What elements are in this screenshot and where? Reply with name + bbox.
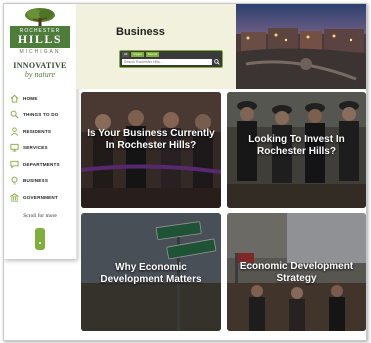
nav-item-residents[interactable]: RESIDENTS <box>9 123 75 139</box>
tile-why-economic-development-matters[interactable]: Why Economic Development Matters <box>81 213 221 331</box>
lightbulb-icon <box>9 176 19 186</box>
nav-item-home[interactable]: HOME <box>9 90 75 106</box>
sidebar-nav: HOME THINGS TO DO RESIDENTS SERVICES DEP… <box>9 90 75 206</box>
scroll-dot-icon <box>39 242 41 244</box>
browser-window: ROCHESTER HILLS MICHIGAN INNOVATIVE by n… <box>3 3 367 341</box>
search-filter-tabs: All Pages Events <box>122 52 160 57</box>
nav-label: GOVERNMENT <box>23 194 58 200</box>
scroll-for-more-label: Scroll for more <box>23 213 57 219</box>
monitor-icon <box>9 143 19 153</box>
tile-invest-in-rochester-hills[interactable]: Looking To Invest In Rochester Hills? <box>227 92 366 208</box>
logo-state-text: MICHIGAN <box>19 49 61 55</box>
nav-item-things-to-do[interactable]: THINGS TO DO <box>9 107 75 123</box>
chat-icon <box>9 159 19 169</box>
search-tab-pages[interactable]: Pages <box>131 52 144 57</box>
nav-label: SERVICES <box>23 145 48 150</box>
search-input[interactable] <box>122 59 212 65</box>
search-box: All Pages Events <box>119 50 223 68</box>
logo-main-text: HILLS <box>17 32 63 46</box>
search-icon <box>9 110 19 120</box>
tile-economic-development-strategy[interactable]: Economic Development Strategy <box>227 213 366 331</box>
nav-item-departments[interactable]: DEPARTMENTS <box>9 156 75 172</box>
tagline-line2: by nature <box>24 70 56 79</box>
nav-label: RESIDENTS <box>23 128 52 134</box>
search-tab-all[interactable]: All <box>122 52 130 57</box>
tile-title: Looking To Invest In Rochester Hills? <box>248 134 345 157</box>
nav-label: BUSINESS <box>23 178 49 183</box>
nav-label: HOME <box>23 95 38 101</box>
tile-title: Why Economic Development Matters <box>100 262 202 285</box>
logo-banner: ROCHESTER HILLS <box>10 26 70 48</box>
nav-item-business[interactable]: BUSINESS <box>9 173 75 189</box>
scroll-down-button[interactable] <box>35 228 45 250</box>
sidebar: ROCHESTER HILLS MICHIGAN INNOVATIVE by n… <box>4 4 77 259</box>
nav-item-government[interactable]: GOVERNMENT <box>9 189 75 205</box>
tile-business-in-rochester-hills[interactable]: Is Your Business Currently In Rochester … <box>81 92 221 208</box>
building-icon <box>9 192 19 202</box>
nav-label: THINGS TO DO <box>23 112 59 117</box>
tile-title: Economic Development Strategy <box>239 261 354 284</box>
page-header: Business All Pages Events <box>76 4 366 89</box>
nav-label: DEPARTMENTS <box>23 161 60 167</box>
search-tab-events[interactable]: Events <box>145 52 160 57</box>
page-title: Business <box>116 26 165 38</box>
search-submit-icon[interactable] <box>214 59 220 65</box>
city-logo[interactable]: ROCHESTER HILLS MICHIGAN <box>10 8 70 58</box>
tile-title: Is Your Business Currently In Rochester … <box>87 128 215 151</box>
home-icon <box>9 93 19 103</box>
header-photo <box>236 4 366 89</box>
person-icon <box>9 126 19 136</box>
tagline-line1: INNOVATIVE <box>13 61 67 70</box>
nav-item-services[interactable]: SERVICES <box>9 140 75 156</box>
header-title-panel: Business All Pages Events <box>76 4 236 89</box>
tree-icon <box>25 8 55 28</box>
